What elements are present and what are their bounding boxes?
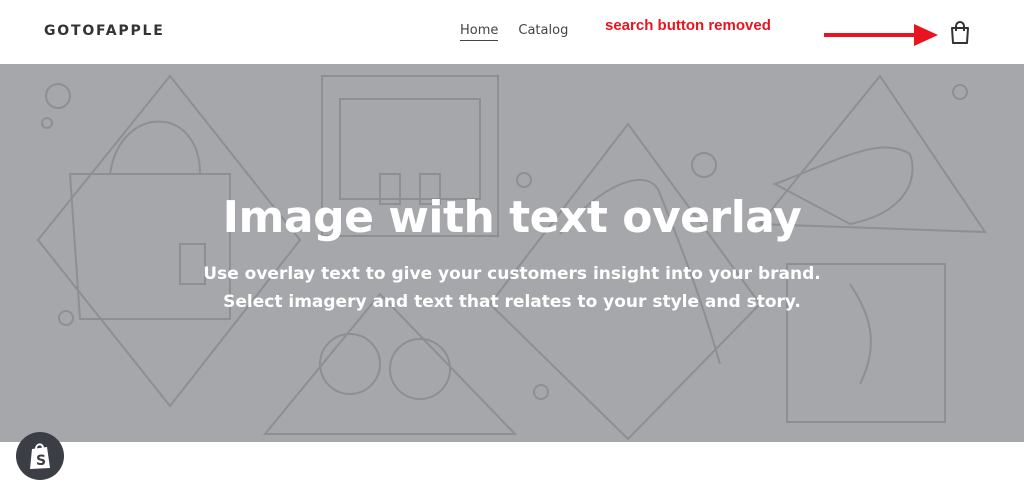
hero-subtitle: Use overlay text to give your customers … [0,260,1024,316]
main-nav: Home Catalog [460,23,568,41]
hero-subtitle-line-2: Select imagery and text that relates to … [223,292,801,312]
hero-banner: Image with text overlay Use overlay text… [0,64,1024,442]
hero-title: Image with text overlay [222,192,802,243]
annotation-arrow [824,24,938,46]
shopify-bag-icon[interactable]: S [16,432,64,480]
shopping-bag-icon[interactable] [947,20,973,46]
nav-home-link[interactable]: Home [460,23,499,41]
hero-subtitle-line-1: Use overlay text to give your customers … [203,264,821,284]
hero-text-overlay: Image with text overlay Use overlay text… [0,64,1024,442]
site-header: GOTOFAPPLE Home Catalog search button re… [0,0,1024,64]
nav-catalog-link[interactable]: Catalog [518,23,568,41]
annotation-text: search button removed [605,17,771,34]
store-logo[interactable]: GOTOFAPPLE [44,23,165,39]
svg-text:S: S [36,453,46,469]
